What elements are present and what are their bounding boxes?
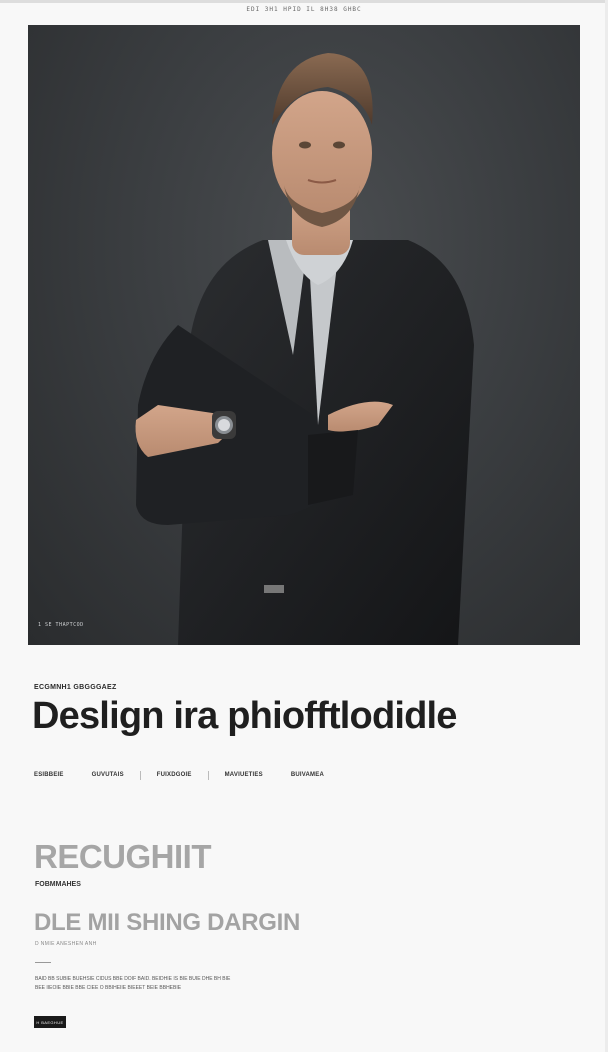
nav-item-4[interactable]: MAVIUETIES	[225, 772, 263, 778]
portrait-illustration	[135, 53, 474, 645]
header-caption: EDI 3H1 HPID IL 8H38 GHBC	[246, 6, 362, 13]
section-body: BAID BB SUBIE BUEHSIE CIDUS BBE DOIF BAI…	[35, 976, 231, 991]
cta-button[interactable]: H BAEGHUE	[34, 1016, 66, 1028]
nav-divider	[207, 770, 209, 780]
nav-item-1[interactable]: ESIBBEIE	[34, 772, 64, 778]
portfolio-page: EDI 3H1 HPID IL 8H38 GHBC 1 SE THAPTCOD …	[0, 0, 608, 1052]
top-border	[0, 0, 608, 3]
hero-caption: 1 SE THAPTCOD	[38, 622, 84, 628]
page-title: Deslign ira phiofftlodidle	[32, 695, 457, 737]
main-nav: ESIBBEIE GUVUTAIS FUIXDGOIE MAVIUETIES B…	[34, 770, 352, 780]
nav-item-5[interactable]: BUIVAMEA	[291, 772, 324, 778]
nav-item-3[interactable]: FUIXDGOIE	[157, 772, 192, 778]
section-title: RECUGHIIT	[34, 838, 212, 875]
divider	[35, 962, 51, 963]
intro-eyebrow: ECGMNH1 GBGGGAEZ	[34, 684, 117, 691]
nav-divider	[139, 770, 141, 780]
nav-item-2[interactable]: GUVUTAIS	[92, 772, 124, 778]
section-heading: DLE MII SHING DARGIN	[34, 909, 301, 936]
hero-image: 1 SE THAPTCOD	[28, 25, 580, 645]
section-subtitle: FOBMMAHES	[35, 881, 81, 888]
section-meta: D NMIE ANESHEN ANH	[35, 941, 97, 947]
